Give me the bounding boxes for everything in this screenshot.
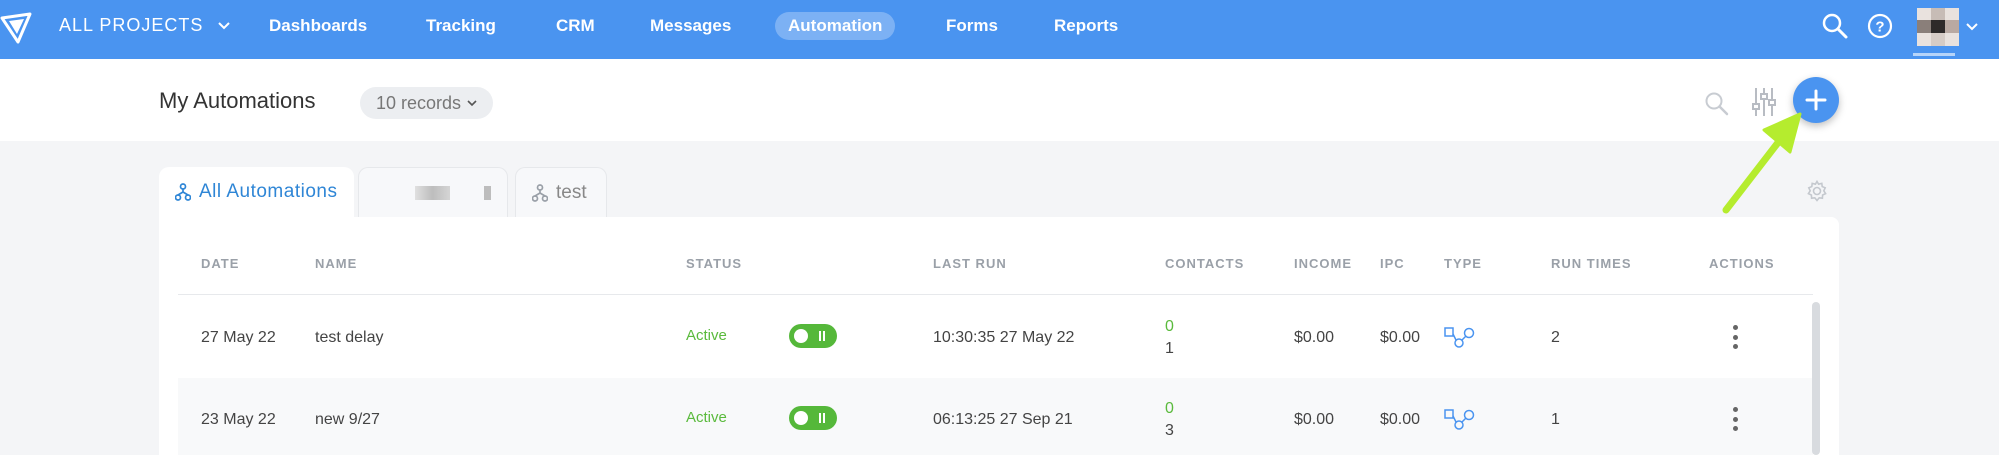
column-header-last-run[interactable]: LAST RUN xyxy=(933,256,1007,271)
table-scrollbar[interactable] xyxy=(1812,302,1820,455)
records-count-label: 10 records xyxy=(376,93,462,113)
page-title: My Automations xyxy=(159,88,316,113)
row-last-run: 10:30:35 27 May 22 xyxy=(933,329,1075,346)
row-ipc: $0.00 xyxy=(1380,329,1421,346)
nav-automation[interactable]: Automation xyxy=(775,12,896,40)
row-contacts-active[interactable]: 0 xyxy=(1165,400,1174,418)
filter-sliders-icon[interactable] xyxy=(1751,86,1777,118)
search-icon[interactable] xyxy=(1821,12,1849,40)
row-run-times: 1 xyxy=(1551,411,1560,428)
logo-icon[interactable] xyxy=(0,10,36,46)
toggle-knob xyxy=(794,329,808,343)
svg-text:?: ? xyxy=(1875,19,1884,36)
gear-icon[interactable] xyxy=(1805,179,1829,203)
tab-label: All Automations xyxy=(199,181,338,202)
chevron-down-icon[interactable] xyxy=(1965,20,1979,34)
nav-dashboards[interactable]: Dashboards xyxy=(256,12,380,40)
records-count-dropdown[interactable]: 10 records xyxy=(360,87,494,119)
chevron-down-icon xyxy=(467,100,477,107)
row-contacts-total[interactable]: 1 xyxy=(1165,340,1174,358)
blurred-tab-label xyxy=(415,185,450,200)
all-projects-label: ALL PROJECTS xyxy=(59,15,204,35)
row-date: 27 May 22 xyxy=(201,329,276,346)
workflow-icon xyxy=(532,183,548,202)
blurred-tab-icon xyxy=(483,185,491,200)
column-header-income[interactable]: INCOME xyxy=(1294,256,1352,271)
add-automation-button[interactable] xyxy=(1793,77,1839,123)
status-toggle[interactable] xyxy=(789,324,837,348)
column-header-contacts[interactable]: CONTACTS xyxy=(1165,256,1244,271)
column-header-date[interactable]: DATE xyxy=(201,256,239,271)
all-projects-dropdown[interactable]: ALL PROJECTS xyxy=(59,15,231,36)
row-run-times: 2 xyxy=(1551,329,1560,346)
top-navigation-bar: ALL PROJECTS Dashboards Tracking CRM Mes… xyxy=(0,0,1999,59)
row-name[interactable]: test delay xyxy=(315,329,383,347)
plus-icon xyxy=(1805,89,1827,111)
row-date: 23 May 22 xyxy=(201,411,276,428)
page-header: My Automations 10 records xyxy=(0,59,1999,141)
flow-type-icon xyxy=(1444,409,1475,430)
nav-forms[interactable]: Forms xyxy=(933,12,1011,40)
status-toggle[interactable] xyxy=(789,406,837,430)
status-badge: Active xyxy=(686,327,727,344)
column-header-run-times[interactable]: RUN TIMES xyxy=(1551,256,1632,271)
column-header-status[interactable]: STATUS xyxy=(686,256,742,271)
nav-messages[interactable]: Messages xyxy=(637,12,744,40)
avatar-underline xyxy=(1913,53,1955,56)
column-header-actions: ACTIONS xyxy=(1709,256,1775,271)
column-header-ipc[interactable]: IPC xyxy=(1380,256,1405,271)
nav-tracking[interactable]: Tracking xyxy=(413,12,509,40)
tab-label: test xyxy=(556,181,587,203)
pause-icon xyxy=(819,413,821,423)
status-badge: Active xyxy=(686,409,727,426)
row-last-run: 06:13:25 27 Sep 21 xyxy=(933,411,1073,428)
search-icon[interactable] xyxy=(1704,91,1730,117)
row-income: $0.00 xyxy=(1294,411,1335,428)
row-actions-menu-icon[interactable] xyxy=(1727,406,1743,432)
nav-crm[interactable]: CRM xyxy=(543,12,608,40)
toggle-knob xyxy=(794,411,808,425)
pause-icon xyxy=(819,331,821,341)
row-contacts-total[interactable]: 3 xyxy=(1165,422,1174,440)
column-header-name[interactable]: NAME xyxy=(315,256,357,271)
column-header-type[interactable]: TYPE xyxy=(1444,256,1482,271)
nav-reports[interactable]: Reports xyxy=(1041,12,1131,40)
workflow-icon xyxy=(175,183,191,201)
tab-blurred[interactable] xyxy=(358,167,508,217)
tab-all-automations[interactable]: All Automations xyxy=(159,167,354,217)
row-contacts-active[interactable]: 0 xyxy=(1165,318,1174,336)
header-divider xyxy=(178,294,1813,295)
row-income: $0.00 xyxy=(1294,329,1335,346)
flow-type-icon xyxy=(1444,327,1475,348)
help-icon[interactable]: ? xyxy=(1866,12,1894,40)
avatar[interactable] xyxy=(1917,8,1959,46)
chevron-down-icon xyxy=(218,21,231,29)
row-name[interactable]: new 9/27 xyxy=(315,411,380,429)
row-ipc: $0.00 xyxy=(1380,411,1421,428)
tab-test[interactable]: test xyxy=(515,167,607,217)
row-actions-menu-icon[interactable] xyxy=(1727,324,1743,350)
